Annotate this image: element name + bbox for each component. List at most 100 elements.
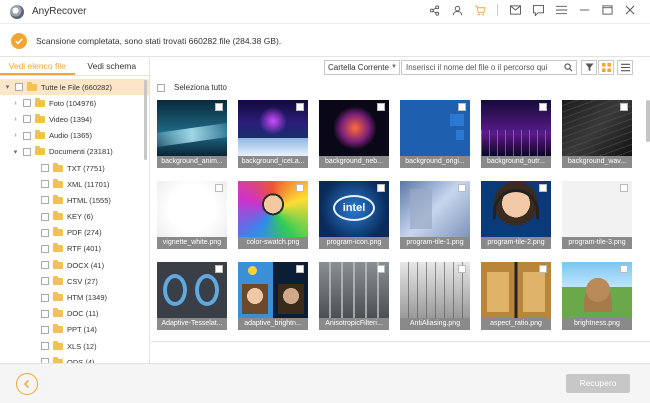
tree-node-checkbox[interactable] [41,212,49,221]
select-all[interactable]: Seleziona tutto [157,83,227,92]
tree-node[interactable]: DOCX (41) [0,257,149,273]
file-tile[interactable]: background_wav... [562,100,632,168]
user-icon[interactable] [451,4,463,16]
file-tile[interactable]: program-tile-1.png [400,181,470,249]
tree-node-checkbox[interactable] [23,99,31,108]
file-tile[interactable]: program-tile-2.png [481,181,551,249]
tree-node-checkbox[interactable] [41,164,49,173]
file-checkbox[interactable] [458,265,466,273]
file-tile[interactable]: AntiAliasing.png [400,262,470,330]
back-button[interactable] [16,373,38,395]
file-tile[interactable]: background_neb... [319,100,389,168]
cart-icon[interactable] [474,4,486,16]
file-checkbox[interactable] [539,265,547,273]
tree-node-checkbox[interactable] [41,325,49,334]
menu-icon[interactable] [555,4,567,16]
tab-tree-view[interactable]: Vedi schema [75,58,150,75]
tree-node-checkbox[interactable] [23,115,31,124]
tree-node[interactable]: ▾ Documenti (23181) [0,144,149,160]
filter-button[interactable] [581,60,597,75]
tree-node[interactable]: › Video (1394) [0,111,149,127]
file-checkbox[interactable] [620,103,628,111]
app-title: AnyRecover [32,6,87,17]
tree-node-checkbox[interactable] [41,261,49,270]
file-checkbox[interactable] [539,184,547,192]
tree-node[interactable]: RTF (401) [0,241,149,257]
file-tile[interactable]: background_iceLa... [238,100,308,168]
tree-node[interactable]: › Audio (1365) [0,128,149,144]
file-tile[interactable]: brightness.png [562,262,632,330]
file-checkbox[interactable] [215,103,223,111]
maximize-icon[interactable] [601,4,613,16]
tree-node-checkbox[interactable] [15,83,23,92]
file-checkbox[interactable] [215,265,223,273]
tree-node-checkbox[interactable] [41,196,49,205]
feedback-icon[interactable] [532,4,544,16]
tab-file-list[interactable]: Vedi elenco file [0,58,75,75]
chevron-right-icon[interactable]: › [12,100,19,107]
file-tile[interactable]: intel program-icon.png [319,181,389,249]
tree-node-checkbox[interactable] [23,147,31,156]
tree-node-checkbox[interactable] [41,342,49,351]
file-tile[interactable]: adaptive_brightn... [238,262,308,330]
mail-icon[interactable] [509,4,521,16]
tree-node-checkbox[interactable] [41,228,49,237]
tree-node[interactable]: TXT (7751) [0,160,149,176]
file-checkbox[interactable] [620,265,628,273]
share-icon[interactable] [428,4,440,16]
file-tile[interactable]: vignette_white.png [157,181,227,249]
tree-node[interactable]: XML (11701) [0,176,149,192]
tree-node[interactable]: ▾ Tutte le File (660282) [0,79,149,96]
file-tile[interactable]: background_anim... [157,100,227,168]
chevron-right-icon[interactable]: › [12,132,19,139]
file-tile[interactable]: AnisotropicFilteri... [319,262,389,330]
file-checkbox[interactable] [296,103,304,111]
file-checkbox[interactable] [458,103,466,111]
file-tile[interactable]: aspect_ratio.png [481,262,551,330]
tree-node[interactable]: KEY (6) [0,209,149,225]
tree-node[interactable]: ODS (4) [0,354,149,363]
tree-node[interactable]: DOC (11) [0,306,149,322]
file-checkbox[interactable] [215,184,223,192]
file-tile[interactable]: background_outr... [481,100,551,168]
search-icon[interactable] [564,63,573,76]
tree-node-checkbox[interactable] [41,293,49,302]
file-tile[interactable]: color-swatch.png [238,181,308,249]
list-view-button[interactable] [617,60,633,75]
sidebar-scrollbar[interactable] [144,80,147,160]
close-icon[interactable] [624,4,636,16]
tree-node[interactable]: HTML (1555) [0,192,149,208]
tree-node-checkbox[interactable] [41,309,49,318]
select-all-checkbox[interactable] [157,83,165,92]
chevron-right-icon[interactable]: › [12,116,19,123]
file-tile[interactable]: Adaptive-Tesselat... [157,262,227,330]
file-checkbox[interactable] [458,184,466,192]
grid-view-button[interactable] [598,60,614,75]
tree-node-checkbox[interactable] [41,180,49,189]
file-checkbox[interactable] [296,184,304,192]
location-select[interactable]: Cartella Corrente ▼ [324,60,400,75]
tree-node-checkbox[interactable] [23,131,31,140]
search-input[interactable]: Inserisci il nome del file o il percorso… [401,60,577,75]
chevron-down-icon[interactable]: ▾ [12,148,19,156]
tree-node[interactable]: CSV (27) [0,273,149,289]
main-scrollbar[interactable] [646,100,650,142]
minimize-icon[interactable] [578,4,590,16]
file-checkbox[interactable] [377,103,385,111]
file-checkbox[interactable] [377,265,385,273]
tree-node[interactable]: PDF (274) [0,225,149,241]
tree-node[interactable]: PPT (14) [0,322,149,338]
tree-node-checkbox[interactable] [41,244,49,253]
file-checkbox[interactable] [377,184,385,192]
chevron-down-icon[interactable]: ▾ [4,83,11,91]
tree-node[interactable]: XLS (12) [0,338,149,354]
file-checkbox[interactable] [539,103,547,111]
recover-button[interactable]: Recupero [566,374,630,393]
file-tile[interactable]: program-tile-3.png [562,181,632,249]
tree-node[interactable]: HTM (1349) [0,289,149,305]
tree-node[interactable]: › Foto (104976) [0,95,149,111]
file-checkbox[interactable] [620,184,628,192]
file-checkbox[interactable] [296,265,304,273]
tree-node-checkbox[interactable] [41,277,49,286]
file-tile[interactable]: background_origi... [400,100,470,168]
